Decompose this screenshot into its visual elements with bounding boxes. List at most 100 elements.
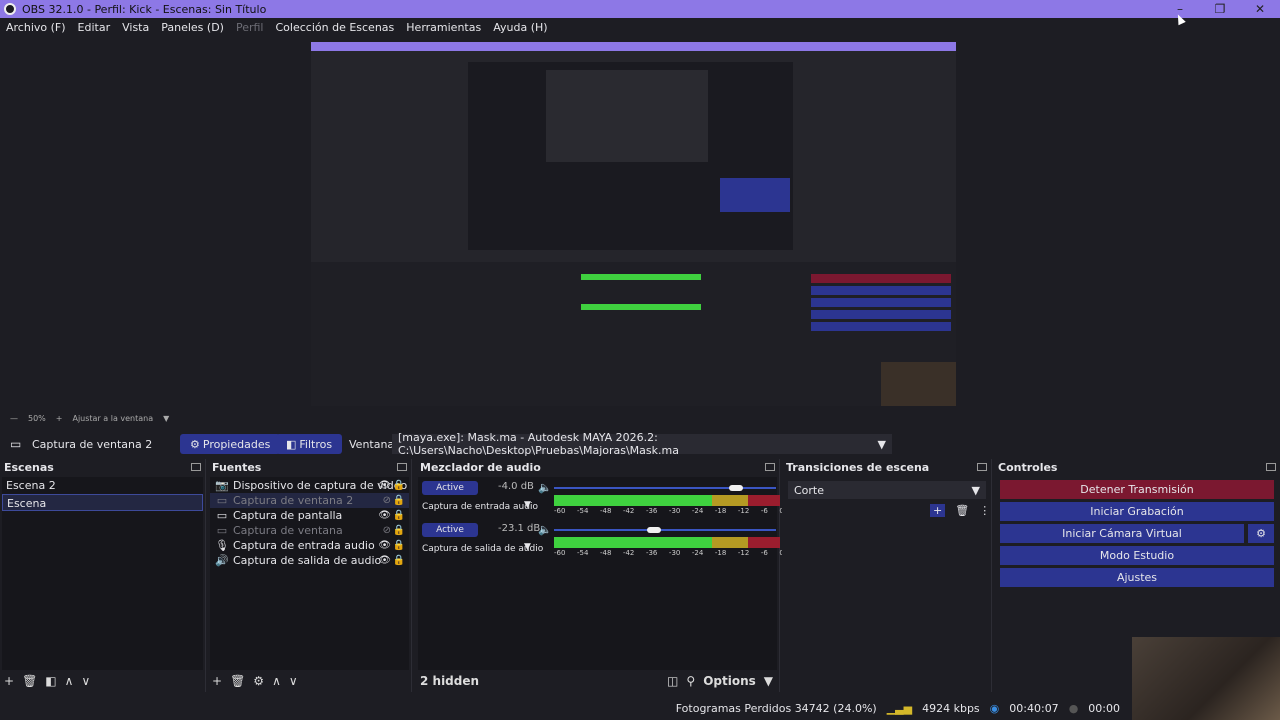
filter-icon[interactable]: ◧ <box>45 674 56 688</box>
source-item[interactable]: 🔊 Captura de salida de audio 👁 🔒 <box>210 553 409 568</box>
undock-icon[interactable] <box>191 463 201 471</box>
close-button[interactable]: ✕ <box>1240 0 1280 18</box>
menu-bar: Archivo (F) Editar Vista Paneles (D) Per… <box>0 18 1280 36</box>
volume-slider[interactable] <box>554 485 776 491</box>
lock-icon[interactable]: 🔒 <box>393 553 405 568</box>
hidden-count[interactable]: 2 hidden <box>420 674 479 688</box>
menu-vista[interactable]: Vista <box>116 21 155 34</box>
speaker-icon[interactable]: 🔈 <box>538 481 552 494</box>
source-item[interactable]: ▭ Captura de pantalla 👁 🔒 <box>210 508 409 523</box>
lock-icon[interactable]: 🔒 <box>393 493 405 508</box>
preview-canvas[interactable] <box>311 42 956 406</box>
mixer-dock: Mezclador de audio Active -4.0 dB 🔈 Capt… <box>416 459 784 692</box>
lock-icon[interactable]: 🔒 <box>393 538 405 553</box>
menu-paneles[interactable]: Paneles (D) <box>155 21 230 34</box>
source-item[interactable]: 🎙 Captura de entrada audio 👁 🔒 <box>210 538 409 553</box>
maximize-button[interactable]: ❐ <box>1200 0 1240 18</box>
move-down-icon[interactable]: ∨ <box>81 674 90 688</box>
tick-label: -6 <box>760 507 768 515</box>
more-icon[interactable]: ⋮ <box>979 504 990 517</box>
volume-db: -23.1 dB <box>498 523 541 534</box>
source-item[interactable]: ▭ Captura de ventana ⊘ 🔒 <box>210 523 409 538</box>
status-bar: Fotogramas Perdidos 34742 (24.0%) ▁▃▅ 49… <box>0 697 1280 720</box>
menu-editar[interactable]: Editar <box>72 21 117 34</box>
chevron-down-icon[interactable]: ▼ <box>524 542 531 552</box>
menu-herramientas[interactable]: Herramientas <box>400 21 487 34</box>
meter-ticks: -60-54-48-42-36-30-24-18-12-60 <box>554 507 784 515</box>
trash-icon[interactable]: 🗑 <box>22 674 37 688</box>
tick-label: -6 <box>760 549 768 557</box>
scenes-list: Escena 2 Escena <box>2 477 203 670</box>
options-button[interactable]: Options <box>703 674 756 688</box>
chevron-down-icon[interactable]: ▼ <box>524 500 531 510</box>
filters-button[interactable]: ◧ Filtros <box>276 434 343 454</box>
undock-icon[interactable] <box>397 463 407 471</box>
gear-icon[interactable]: ⚙ <box>1248 524 1274 543</box>
scene-item-selected[interactable]: Escena <box>2 494 203 511</box>
nested-titlebar <box>311 42 956 51</box>
eye-off-icon[interactable]: ⊘ <box>383 493 391 508</box>
tick-label: -54 <box>576 549 589 557</box>
volume-slider[interactable] <box>554 527 776 533</box>
lock-icon[interactable]: 🔒 <box>393 478 405 493</box>
add-icon[interactable]: + <box>212 674 222 688</box>
source-item[interactable]: 📷 Dispositivo de captura de video 👁 🔒 <box>210 478 409 493</box>
stop-stream-button[interactable]: Detener Transmisión <box>1000 480 1274 499</box>
eye-icon[interactable]: 👁 <box>378 508 391 523</box>
add-icon[interactable]: + <box>4 674 14 688</box>
chevron-down-icon[interactable]: ▼ <box>764 674 773 688</box>
preview-area[interactable] <box>0 36 1280 410</box>
active-badge[interactable]: Active <box>422 481 478 495</box>
gear-icon[interactable]: ⚙ <box>253 674 264 688</box>
filters-label: Filtros <box>299 437 333 451</box>
window-select[interactable]: [maya.exe]: Mask.ma - Autodesk MAYA 2026… <box>392 431 892 457</box>
undock-icon[interactable] <box>977 463 987 471</box>
tick-label: -30 <box>668 549 681 557</box>
speaker-icon[interactable]: 🔈 <box>538 523 552 536</box>
eye-icon[interactable]: 👁 <box>378 553 391 568</box>
undock-icon[interactable] <box>1266 463 1276 471</box>
virtual-camera-button[interactable]: Iniciar Cámara Virtual <box>1000 524 1244 543</box>
settings-button[interactable]: Ajustes <box>1000 568 1274 587</box>
tick-label: -18 <box>714 507 727 515</box>
move-down-icon[interactable]: ∨ <box>289 674 298 688</box>
trash-icon[interactable]: 🗑 <box>230 674 245 688</box>
link-icon[interactable]: ⚲ <box>686 674 695 688</box>
eye-icon[interactable]: 👁 <box>378 538 391 553</box>
transition-select[interactable]: Corte ▼ <box>788 481 986 499</box>
volume-knob[interactable] <box>729 485 744 491</box>
level-meter <box>554 495 780 506</box>
menu-perfil[interactable]: Perfil <box>230 21 270 34</box>
layout-icon[interactable]: ◫ <box>667 674 678 688</box>
move-up-icon[interactable]: ∧ <box>272 674 281 688</box>
trash-icon[interactable]: 🗑 <box>955 504 969 517</box>
eye-icon[interactable]: 👁 <box>378 478 391 493</box>
transitions-title: Transiciones de escena <box>786 460 930 474</box>
menu-archivo[interactable]: Archivo (F) <box>0 21 72 34</box>
undock-icon[interactable] <box>765 463 775 471</box>
zoom-in-button[interactable]: + <box>56 414 63 423</box>
menu-ayuda[interactable]: Ayuda (H) <box>487 21 553 34</box>
tick-label: -30 <box>668 507 681 515</box>
scene-item[interactable]: Escena 2 <box>2 477 203 494</box>
sources-dock: Fuentes 📷 Dispositivo de captura de video… <box>208 459 412 692</box>
move-up-icon[interactable]: ∧ <box>65 674 74 688</box>
chevron-down-icon[interactable]: ▼ <box>163 414 169 423</box>
sources-title: Fuentes <box>212 460 262 474</box>
studio-mode-button[interactable]: Modo Estudio <box>1000 546 1274 565</box>
active-badge[interactable]: Active <box>422 523 478 537</box>
volume-knob[interactable] <box>646 527 661 533</box>
add-icon[interactable]: + <box>930 504 946 517</box>
lock-icon[interactable]: 🔒 <box>393 523 405 538</box>
properties-button[interactable]: ⚙ Propiedades <box>180 434 281 454</box>
source-item[interactable]: ▭ Captura de ventana 2 ⊘ 🔒 <box>210 493 409 508</box>
record-time: 00:00 <box>1088 702 1120 715</box>
fit-window-label[interactable]: Ajustar a la ventana <box>72 414 153 423</box>
zoom-out-button[interactable]: — <box>10 414 18 423</box>
lock-icon[interactable]: 🔒 <box>393 508 405 523</box>
tick-label: -18 <box>714 549 727 557</box>
eye-off-icon[interactable]: ⊘ <box>383 523 391 538</box>
menu-coleccion-escenas[interactable]: Colección de Escenas <box>270 21 401 34</box>
start-recording-button[interactable]: Iniciar Grabación <box>1000 502 1274 521</box>
zoom-value: 50% <box>28 413 46 423</box>
